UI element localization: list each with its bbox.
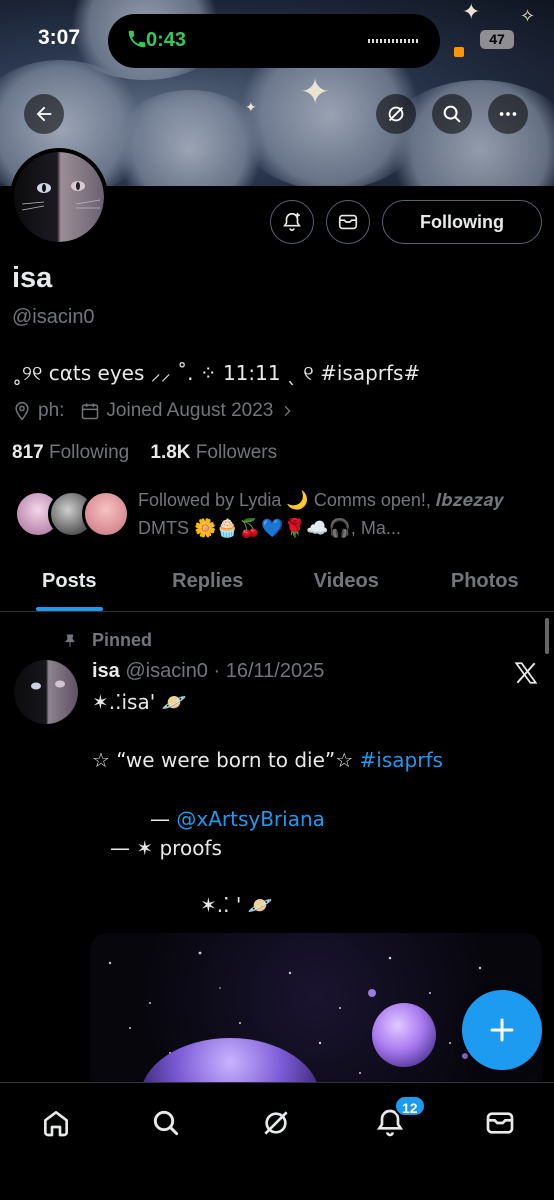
profile-avatar[interactable]: [10, 148, 108, 246]
more-icon: [499, 112, 517, 116]
search-icon: [443, 105, 461, 123]
location-text: ph:: [38, 400, 65, 421]
back-button[interactable]: [24, 94, 64, 134]
chevron-right-icon[interactable]: [279, 403, 295, 419]
grok-button[interactable]: [376, 94, 416, 134]
pinned-label: Pinned: [62, 630, 152, 651]
profile-tabs: Posts Replies Videos Photos: [0, 560, 554, 612]
post-line-4: — ✶ proofs: [110, 836, 222, 860]
bio-hashtag[interactable]: #isaprfs#: [320, 361, 420, 385]
post-line-1: ✶.⁚isa' 🪐: [92, 690, 187, 714]
nav-home[interactable]: [34, 1101, 78, 1145]
message-button[interactable]: [326, 200, 370, 244]
pin-icon: [65, 634, 75, 647]
post-line-3: — @xArtsyBriana: [150, 807, 325, 831]
waveform-icon: [368, 39, 420, 43]
search-button[interactable]: [432, 94, 472, 134]
bio-text: ˳୨୧ cαts eyes ⸝⸝ ˚. ⁘ 11:11 ˎ ୧: [12, 361, 321, 385]
tab-replies[interactable]: Replies: [139, 560, 278, 611]
calendar-icon: [82, 403, 99, 420]
mail-icon: [338, 214, 358, 230]
profile-bio: ˳୨୧ cαts eyes ⸝⸝ ˚. ⁘ 11:11 ˎ ୧ #isaprfs…: [12, 359, 420, 386]
followed-by-text[interactable]: Followed by Lydia 🌙 Comms open!, 𝑰𝒃𝒛𝒆𝒛𝒂𝒚…: [138, 486, 538, 542]
post-mention[interactable]: @xArtsyBriana: [176, 807, 325, 831]
profile-meta: ph: Joined August 2023: [12, 400, 301, 422]
pinned-text: Pinned: [92, 630, 153, 650]
plus-icon: [490, 1018, 514, 1042]
joined-date: Joined August 2023: [106, 400, 274, 421]
compose-button[interactable]: [462, 990, 542, 1070]
following-button[interactable]: Following: [382, 200, 542, 244]
nav-grok[interactable]: [254, 1101, 298, 1145]
profile-handle: @isacin0: [12, 306, 95, 328]
grok-icon: [264, 1111, 288, 1135]
post-meta[interactable]: @isacin0 · 16/11/2025: [125, 660, 324, 682]
post-hashtag[interactable]: #isaprfs: [360, 748, 443, 772]
arrow-left-icon: [36, 106, 52, 122]
location-icon: [15, 401, 29, 421]
home-icon: [44, 1111, 68, 1137]
status-time: 3:07: [38, 26, 81, 49]
more-button[interactable]: [488, 94, 528, 134]
x-logo-icon: [514, 662, 538, 684]
avatar: [82, 490, 130, 538]
nav-search[interactable]: [144, 1101, 188, 1145]
call-duration: 0:43: [146, 29, 187, 51]
messages-icon: [486, 1112, 514, 1134]
post-author[interactable]: isa: [92, 660, 120, 682]
planet-image: [372, 1003, 436, 1067]
dynamic-island[interactable]: 0:43: [108, 14, 464, 68]
recording-indicator: [454, 47, 464, 57]
scrollbar[interactable]: [545, 618, 549, 654]
nav-messages[interactable]: [478, 1101, 522, 1145]
bottom-nav: 12: [0, 1082, 554, 1200]
following-label[interactable]: Following: [49, 442, 129, 463]
bell-plus-icon: [283, 212, 301, 232]
grok-icon: [388, 106, 404, 122]
following-count[interactable]: 817: [12, 442, 44, 463]
post-line-5: ✶.⁚ ' 🪐: [200, 893, 273, 917]
follow-counts: 817 Following 1.8K Followers: [12, 442, 277, 464]
tab-posts[interactable]: Posts: [0, 560, 139, 611]
notification-badge: 12: [394, 1095, 426, 1117]
post-avatar[interactable]: [14, 660, 78, 724]
search-icon: [153, 1110, 179, 1136]
post-line-2: ☆ “we were born to die”☆ #isaprfs: [92, 748, 443, 772]
notify-button[interactable]: [270, 200, 314, 244]
post-header: isa @isacin0 · 16/11/2025: [92, 660, 324, 683]
post-line-2-text: ☆ “we were born to die”☆: [92, 748, 360, 772]
tab-videos[interactable]: Videos: [277, 560, 416, 611]
battery-indicator: 47: [480, 30, 514, 49]
tab-photos[interactable]: Photos: [416, 560, 554, 611]
profile-name: isa: [12, 262, 53, 294]
post-line-3-prefix: —: [150, 807, 177, 831]
followed-by-avatars[interactable]: [14, 490, 134, 540]
followers-label[interactable]: Followers: [196, 442, 277, 463]
followers-count[interactable]: 1.8K: [150, 442, 190, 463]
